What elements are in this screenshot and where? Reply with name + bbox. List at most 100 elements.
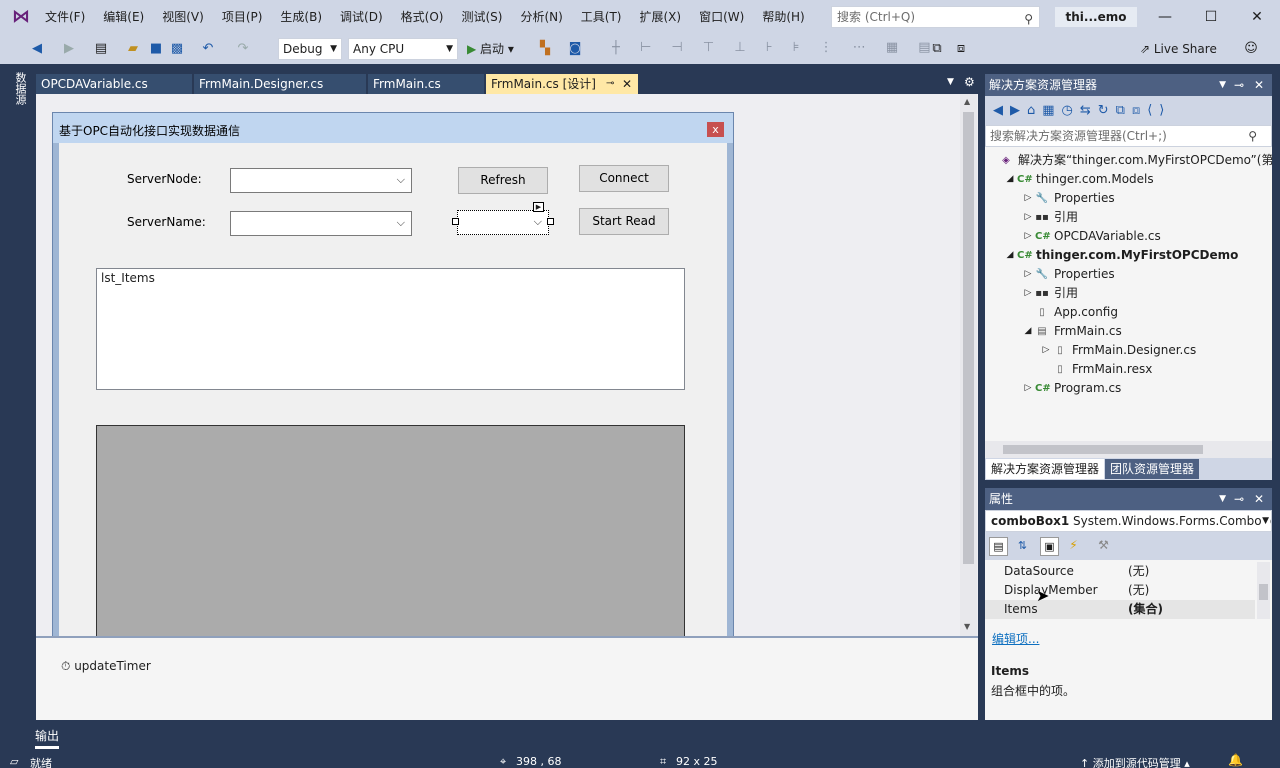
new-project-icon[interactable]: ▤ <box>92 40 110 58</box>
menu-item-9[interactable]: 工具(T) <box>572 0 631 34</box>
scroll-down-icon[interactable]: ▼ <box>964 622 970 631</box>
open-folder-icon[interactable]: ▰ <box>124 40 142 58</box>
menu-item-11[interactable]: 窗口(W) <box>690 0 753 34</box>
menu-item-5[interactable]: 调试(D) <box>331 0 392 34</box>
properties-scrollbar[interactable] <box>1257 562 1270 619</box>
timer-component[interactable]: ⏱ updateTimer <box>61 659 151 674</box>
connect-button[interactable]: Connect <box>579 165 669 192</box>
solution-explorer-tool-icons[interactable]: ◀▶⌂▦◷⇆↻⧉⧈⟨⟩ <box>993 103 1263 119</box>
tree-item[interactable]: ◈ 解决方案“thinger.com.MyFirstOPCDemo”(第 2 <box>985 151 1272 170</box>
collapse-arrow-icon[interactable]: ◢ <box>1005 170 1015 189</box>
tree-item[interactable]: ◢ ▤ FrmMain.cs <box>985 322 1272 341</box>
property-row-datasource[interactable]: DataSource (无) <box>985 562 1255 581</box>
expand-arrow-icon[interactable]: ▷ <box>1023 379 1033 398</box>
combobox1-selected[interactable]: ⌵ <box>457 210 549 235</box>
tree-item[interactable]: ▷ ▪▪ 引用 <box>985 284 1272 303</box>
menu-item-3[interactable]: 项目(P) <box>213 0 272 34</box>
close-pane-icon[interactable]: ✕ <box>1254 488 1264 510</box>
expand-arrow-icon[interactable]: ▷ <box>1023 208 1033 227</box>
back-icon[interactable]: ◀ <box>28 40 46 58</box>
tree-item[interactable]: ▷ ▯ FrmMain.Designer.cs <box>985 341 1272 360</box>
scroll-up-icon[interactable]: ▲ <box>964 97 970 106</box>
platform-select[interactable]: Any CPU ▼ <box>348 38 458 60</box>
save-all-icon[interactable]: ▩ <box>168 40 186 58</box>
data-sources-tab[interactable]: 数据源 <box>12 72 28 112</box>
source-control-button[interactable]: ↑ 添加到源代码管理 ▴ <box>1080 755 1190 768</box>
menu-item-7[interactable]: 测试(S) <box>452 0 511 34</box>
close-pane-icon[interactable]: ✕ <box>1254 74 1264 96</box>
alphabetical-icon[interactable]: ⇅ <box>1013 537 1032 556</box>
layout-align-toolbar[interactable]: ┼ ⊢ ⊣ ⊤ ⊥ ⊦ ⊧ ⋮ ⋯ ▦ ▤ <box>612 40 972 58</box>
maximize-button[interactable]: ☐ <box>1188 0 1234 34</box>
tree-item[interactable]: ▷ C# Program.cs <box>985 379 1272 398</box>
list-box-items[interactable]: lst_Items <box>96 268 685 390</box>
tab-opcdavariable[interactable]: OPCDAVariable.cs <box>36 74 192 94</box>
expand-arrow-icon[interactable]: ▷ <box>1041 341 1051 360</box>
menu-item-8[interactable]: 分析(N) <box>511 0 571 34</box>
solution-search-input[interactable]: 搜索解决方案资源管理器(Ctrl+;) ⚲ <box>985 125 1272 147</box>
events-lightning-icon[interactable]: ⚡ <box>1064 537 1083 556</box>
find-icon[interactable]: ▚ <box>536 40 554 58</box>
menu-item-12[interactable]: 帮助(H) <box>753 0 813 34</box>
redo-icon[interactable]: ↷ <box>234 40 252 58</box>
expand-arrow-icon[interactable]: ▷ <box>1023 227 1033 246</box>
scrollbar-thumb[interactable] <box>963 112 974 564</box>
tab-frmmain-designer[interactable]: FrmMain.Designer.cs <box>194 74 366 94</box>
screenshot-icon[interactable]: ◙ <box>566 40 584 58</box>
start-read-button[interactable]: Start Read <box>579 208 669 235</box>
edit-items-link[interactable]: 编辑项... <box>992 630 1039 647</box>
notifications-icon[interactable]: 🔔 <box>1228 753 1243 767</box>
undo-icon[interactable]: ↶ <box>199 40 217 58</box>
tree-item[interactable]: ◢ C# thinger.com.MyFirstOPCDemo <box>985 246 1272 265</box>
gray-panel[interactable] <box>96 425 685 637</box>
tree-item[interactable]: ▯ App.config <box>985 303 1272 322</box>
forward-icon[interactable]: ▶ <box>60 40 78 58</box>
tree-item[interactable]: ◢ C# thinger.com.Models <box>985 170 1272 189</box>
menu-item-10[interactable]: 扩展(X) <box>630 0 690 34</box>
server-name-combo[interactable]: ⌵ <box>230 211 412 236</box>
categorized-icon[interactable]: ▤ <box>989 537 1008 556</box>
close-button[interactable]: ✕ <box>1234 0 1280 34</box>
format-icon[interactable]: ⧈ <box>952 40 970 58</box>
refresh-button[interactable]: Refresh <box>458 167 548 194</box>
expand-arrow-icon[interactable]: ▷ <box>1023 265 1033 284</box>
pin-icon[interactable]: ⊸ <box>1234 74 1244 96</box>
object-selector[interactable]: comboBox1 System.Windows.Forms.ComboBox ▼ <box>985 510 1272 532</box>
pin-icon[interactable]: ⊸ <box>1234 488 1244 510</box>
resize-handle-left[interactable] <box>452 218 459 225</box>
pane-menu-icon[interactable]: ▼ <box>1219 488 1226 510</box>
smart-tag-icon[interactable]: ▶ <box>533 202 544 212</box>
tree-item[interactable]: ▷ 🔧 Properties <box>985 265 1272 284</box>
properties-view-icon[interactable]: ▣ <box>1040 537 1059 556</box>
menu-item-0[interactable]: 文件(F) <box>36 0 94 34</box>
scrollbar-thumb[interactable] <box>1259 584 1268 600</box>
save-icon[interactable]: ■ <box>147 40 165 58</box>
settings-gear-icon[interactable]: ⚙ <box>964 75 975 89</box>
scrollbar-thumb[interactable] <box>1003 445 1203 454</box>
live-share-button[interactable]: ⇗ Live Share <box>1140 41 1217 57</box>
menu-item-2[interactable]: 视图(V) <box>153 0 213 34</box>
start-button[interactable]: ▶ 启动 ▾ <box>467 40 514 58</box>
configuration-select[interactable]: Debug ▼ <box>278 38 342 60</box>
property-row-items[interactable]: Items (集合) <box>985 600 1255 619</box>
feedback-icon[interactable]: ☺ <box>1242 40 1260 58</box>
property-pages-icon[interactable]: ⚒ <box>1094 537 1113 556</box>
tree-item[interactable]: ▯ FrmMain.resx <box>985 360 1272 379</box>
pin-icon[interactable]: ⊸ <box>606 74 614 94</box>
minimize-button[interactable]: — <box>1142 0 1188 34</box>
tab-order-icon[interactable]: ⧉ <box>928 40 946 58</box>
menu-item-4[interactable]: 生成(B) <box>271 0 331 34</box>
collapse-arrow-icon[interactable]: ◢ <box>1023 322 1033 341</box>
tab-dropdown-icon[interactable]: ▼ <box>947 77 954 87</box>
property-row-displaymember[interactable]: DisplayMember (无) <box>985 581 1255 600</box>
menu-item-1[interactable]: 编辑(E) <box>94 0 153 34</box>
output-tab[interactable]: 输出 <box>35 727 60 749</box>
pane-menu-icon[interactable]: ▼ <box>1219 74 1226 96</box>
tree-item[interactable]: ▷ 🔧 Properties <box>985 189 1272 208</box>
menu-item-6[interactable]: 格式(O) <box>392 0 453 34</box>
form-close-button[interactable]: x <box>707 122 724 137</box>
resize-handle-right[interactable] <box>547 218 554 225</box>
expand-arrow-icon[interactable]: ▷ <box>1023 189 1033 208</box>
close-tab-icon[interactable]: ✕ <box>622 74 632 94</box>
tab-frmmain-design[interactable]: FrmMain.cs [设计] ⊸ ✕ <box>486 74 638 94</box>
